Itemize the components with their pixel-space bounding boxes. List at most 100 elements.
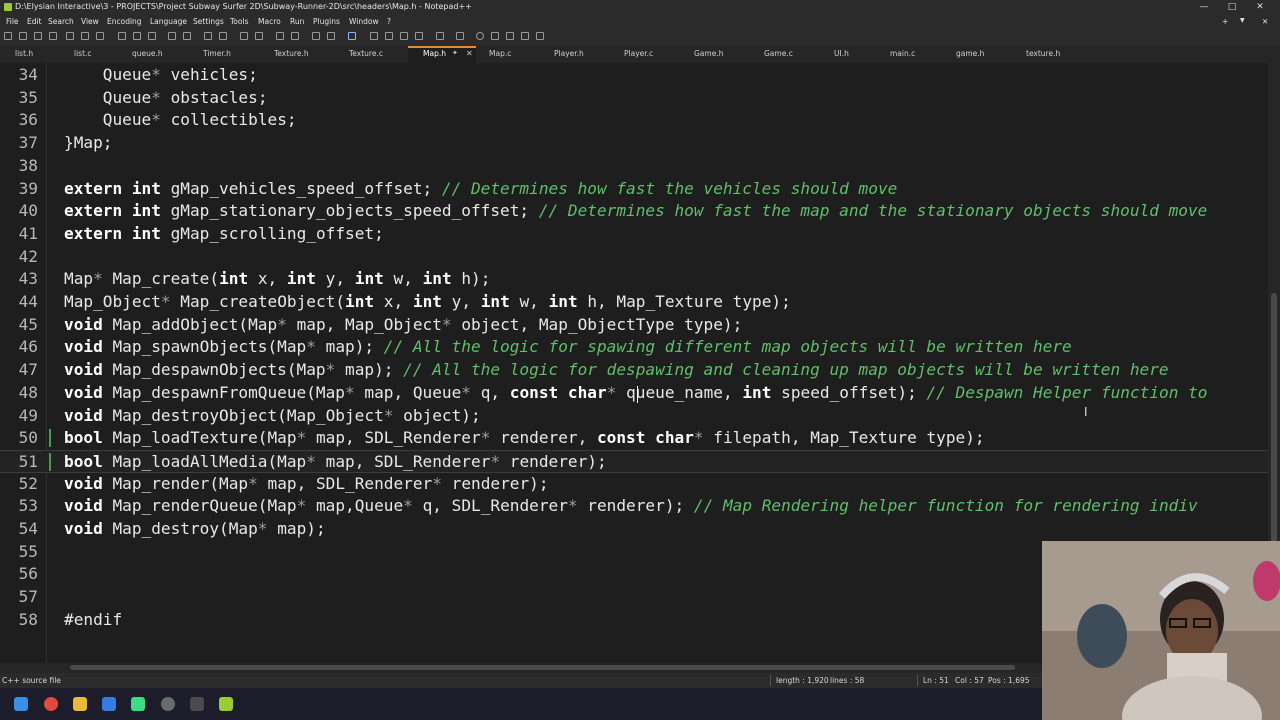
copy-icon[interactable] bbox=[133, 32, 141, 40]
code-line[interactable]: 40 extern int gMap_stationary_objects_spe… bbox=[0, 200, 1268, 223]
tab-list-c[interactable]: list.c bbox=[74, 49, 92, 58]
tab-map-h[interactable]: Map.h bbox=[423, 49, 446, 58]
code-line[interactable]: 46 void Map_spawnObjects(Map* map); // Al… bbox=[0, 336, 1268, 359]
menu-run[interactable]: Run bbox=[290, 17, 304, 26]
code-line[interactable]: 41 extern int gMap_scrolling_offset; bbox=[0, 223, 1268, 246]
code-line[interactable]: 34 Queue* vehicles; bbox=[0, 64, 1268, 87]
pin-tab-icon[interactable]: ✦ bbox=[452, 49, 458, 57]
tab-list-h[interactable]: list.h bbox=[15, 49, 33, 58]
code-text[interactable]: void Map_destroy(Map* map); bbox=[64, 518, 326, 541]
code-line[interactable]: 47 void Map_despawnObjects(Map* map); // … bbox=[0, 359, 1268, 382]
save-all-icon[interactable] bbox=[49, 32, 57, 40]
code-line[interactable]: 38 bbox=[0, 155, 1268, 178]
redo-icon[interactable] bbox=[183, 32, 191, 40]
add-tab-icon[interactable]: + bbox=[1222, 17, 1228, 26]
code-line[interactable]: 35 Queue* obstacles; bbox=[0, 87, 1268, 110]
tab-player-h[interactable]: Player.h bbox=[554, 49, 584, 58]
undo-icon[interactable] bbox=[168, 32, 176, 40]
windows-start-icon[interactable] bbox=[14, 697, 28, 711]
tab-main-c[interactable]: main.c bbox=[890, 49, 915, 58]
find-icon[interactable] bbox=[204, 32, 212, 40]
code-text[interactable]: Map* Map_create(int x, int y, int w, int… bbox=[64, 268, 490, 291]
code-text[interactable]: bool Map_loadAllMedia(Map* map, SDL_Rend… bbox=[64, 451, 607, 474]
android-studio-icon[interactable] bbox=[131, 697, 145, 711]
tab-game-h-2[interactable]: game.h bbox=[956, 49, 984, 58]
save-macro-icon[interactable] bbox=[536, 32, 544, 40]
close-button[interactable]: ✕ bbox=[1246, 0, 1274, 14]
record-macro-icon[interactable] bbox=[456, 32, 464, 40]
code-text[interactable]: void Map_render(Map* map, SDL_Renderer* … bbox=[64, 473, 549, 496]
minimize-button[interactable]: — bbox=[1190, 0, 1218, 14]
tab-timer-h[interactable]: Timer.h bbox=[203, 49, 231, 58]
tab-game-c[interactable]: Game.c bbox=[764, 49, 793, 58]
stop-recording-icon[interactable] bbox=[491, 32, 499, 40]
code-line[interactable]: 39 extern int gMap_vehicles_speed_offset;… bbox=[0, 178, 1268, 201]
code-text[interactable]: Map_Object* Map_createObject(int x, int … bbox=[64, 291, 791, 314]
menu-macro[interactable]: Macro bbox=[258, 17, 281, 26]
code-line[interactable]: 52 void Map_render(Map* map, SDL_Renderer… bbox=[0, 473, 1268, 496]
word-wrap-icon[interactable] bbox=[312, 32, 320, 40]
close-tab-icon[interactable]: ✕ bbox=[466, 49, 473, 58]
code-text[interactable]: Queue* vehicles; bbox=[64, 64, 258, 87]
replace-icon[interactable] bbox=[219, 32, 227, 40]
code-text[interactable]: void Map_despawnObjects(Map* map); // Al… bbox=[64, 359, 1169, 382]
save-icon[interactable] bbox=[34, 32, 42, 40]
tab-list-dropdown-icon[interactable]: ▼ bbox=[1240, 17, 1245, 24]
open-file-icon[interactable] bbox=[19, 32, 27, 40]
folder-workspace-icon[interactable] bbox=[415, 32, 423, 40]
menu-plugins[interactable]: Plugins bbox=[313, 17, 340, 26]
code-line[interactable]: 49 void Map_destroyObject(Map_Object* obj… bbox=[0, 405, 1268, 428]
menu-language[interactable]: Language bbox=[150, 17, 187, 26]
print-icon[interactable] bbox=[96, 32, 104, 40]
file-explorer-icon[interactable] bbox=[73, 697, 87, 711]
code-text[interactable]: }Map; bbox=[64, 132, 112, 155]
code-line[interactable]: 48 void Map_despawnFromQueue(Map* map, Qu… bbox=[0, 382, 1268, 405]
code-line[interactable]: 53 void Map_renderQueue(Map* map,Queue* q… bbox=[0, 495, 1268, 518]
code-text[interactable]: Queue* collectibles; bbox=[64, 109, 297, 132]
menu-search[interactable]: Search bbox=[48, 17, 74, 26]
show-all-characters-icon[interactable] bbox=[327, 32, 335, 40]
code-text[interactable]: void Map_destroyObject(Map_Object* objec… bbox=[64, 405, 481, 428]
code-line[interactable]: 51 bool Map_loadAllMedia(Map* map, SDL_Re… bbox=[0, 449, 1268, 474]
code-text[interactable]: extern int gMap_vehicles_speed_offset; /… bbox=[64, 178, 897, 201]
zoom-in-icon[interactable] bbox=[240, 32, 248, 40]
close-document-icon[interactable]: ✕ bbox=[1262, 17, 1268, 26]
menu-help[interactable]: ? bbox=[387, 17, 391, 26]
tab-player-c[interactable]: Player.c bbox=[624, 49, 653, 58]
maximize-button[interactable]: □ bbox=[1218, 0, 1246, 14]
language-icon[interactable] bbox=[370, 32, 378, 40]
sync-vertical-icon[interactable] bbox=[276, 32, 284, 40]
cut-icon[interactable] bbox=[118, 32, 126, 40]
code-text[interactable]: extern int gMap_scrolling_offset; bbox=[64, 223, 384, 246]
menu-encoding[interactable]: Encoding bbox=[107, 17, 142, 26]
indent-guide-icon[interactable] bbox=[348, 32, 356, 40]
close-icon[interactable] bbox=[66, 32, 74, 40]
code-line[interactable]: 54 void Map_destroy(Map* map); bbox=[0, 518, 1268, 541]
code-text[interactable]: void Map_spawnObjects(Map* map); // All … bbox=[64, 336, 1072, 359]
run-macro-multiple-icon[interactable] bbox=[521, 32, 529, 40]
playback-icon[interactable] bbox=[506, 32, 514, 40]
code-text[interactable]: void Map_addObject(Map* map, Map_Object*… bbox=[64, 314, 742, 337]
new-file-icon[interactable] bbox=[4, 32, 12, 40]
paste-icon[interactable] bbox=[148, 32, 156, 40]
code-line[interactable]: 42 bbox=[0, 246, 1268, 269]
menu-edit[interactable]: Edit bbox=[27, 17, 42, 26]
tab-queue-h[interactable]: queue.h bbox=[132, 49, 163, 58]
tab-ui-h[interactable]: UI.h bbox=[834, 49, 849, 58]
obs-icon[interactable] bbox=[161, 697, 175, 711]
function-list-icon[interactable] bbox=[400, 32, 408, 40]
menu-tools[interactable]: Tools bbox=[230, 17, 248, 26]
sync-horizontal-icon[interactable] bbox=[291, 32, 299, 40]
code-line[interactable]: 50 bool Map_loadTexture(Map* map, SDL_Ren… bbox=[0, 427, 1268, 450]
start-recording-icon[interactable] bbox=[476, 32, 484, 40]
code-line[interactable]: 37}Map; bbox=[0, 132, 1268, 155]
menu-file[interactable]: File bbox=[6, 17, 19, 26]
zoom-out-icon[interactable] bbox=[255, 32, 263, 40]
code-text[interactable]: void Map_despawnFromQueue(Map* map, Queu… bbox=[64, 382, 1207, 405]
code-text[interactable]: void Map_renderQueue(Map* map,Queue* q, … bbox=[64, 495, 1198, 518]
code-line[interactable]: 44 Map_Object* Map_createObject(int x, in… bbox=[0, 291, 1268, 314]
tab-texture-c[interactable]: Texture.c bbox=[349, 49, 383, 58]
notepad-plus-plus-taskbar-icon[interactable] bbox=[219, 697, 233, 711]
code-line[interactable]: 36 Queue* collectibles; bbox=[0, 109, 1268, 132]
code-text[interactable]: #endif bbox=[64, 609, 122, 632]
